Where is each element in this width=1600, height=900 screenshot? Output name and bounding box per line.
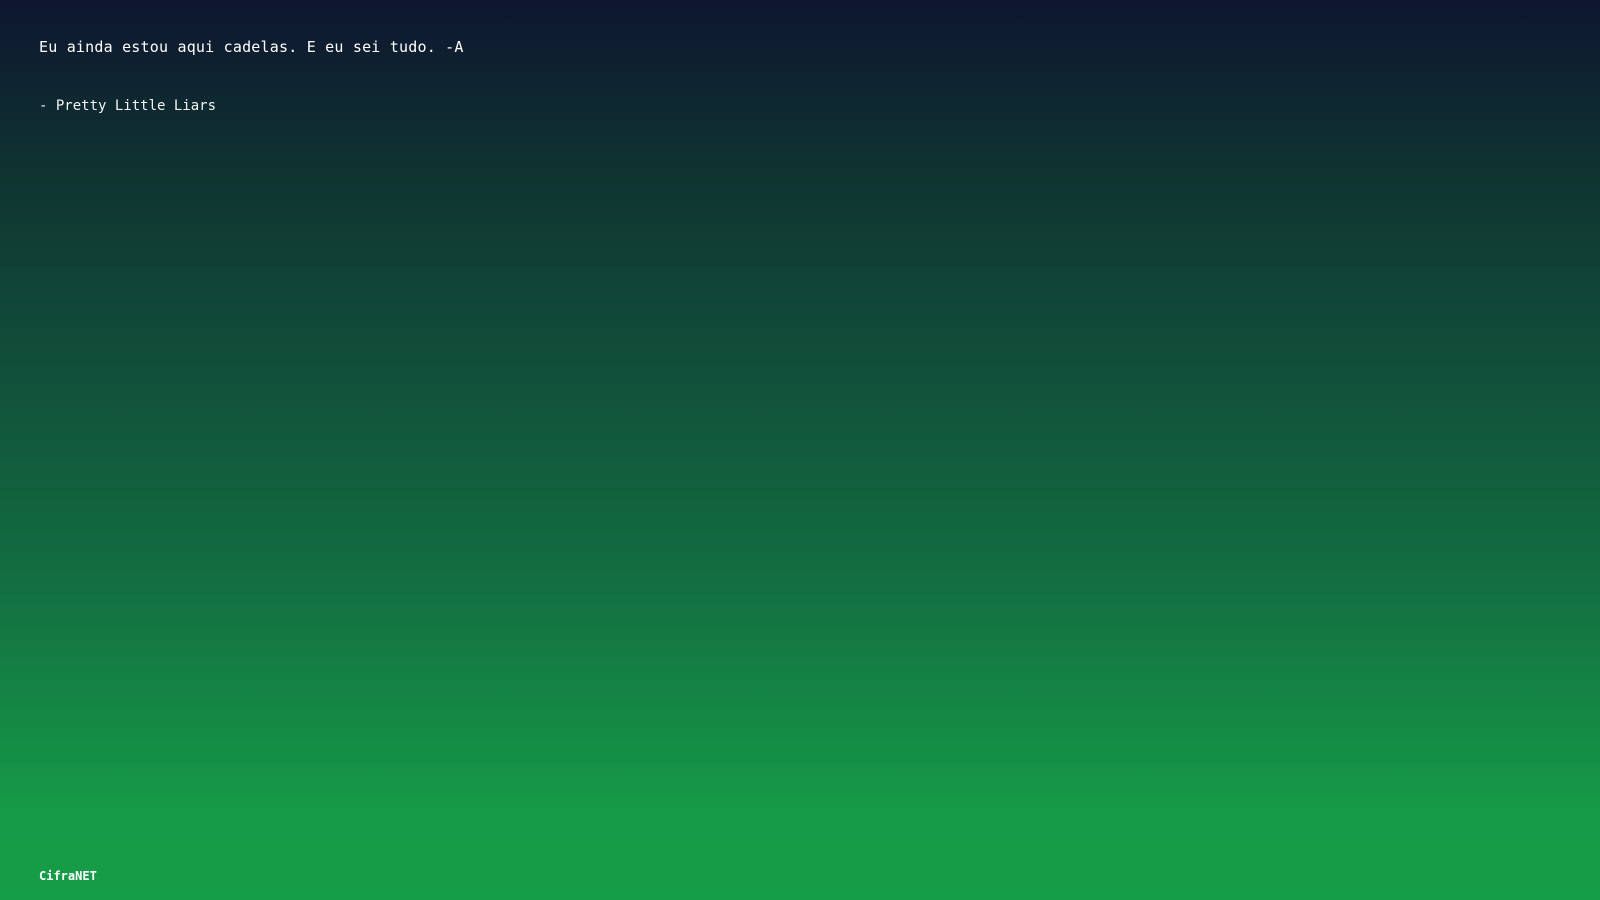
quote-attribution: - Pretty Little Liars [39,98,217,114]
quote-text: Eu ainda estou aqui cadelas. E eu sei tu… [39,38,464,56]
brand-label: CifraNET [39,869,97,883]
quote-screen: Eu ainda estou aqui cadelas. E eu sei tu… [0,0,1600,900]
